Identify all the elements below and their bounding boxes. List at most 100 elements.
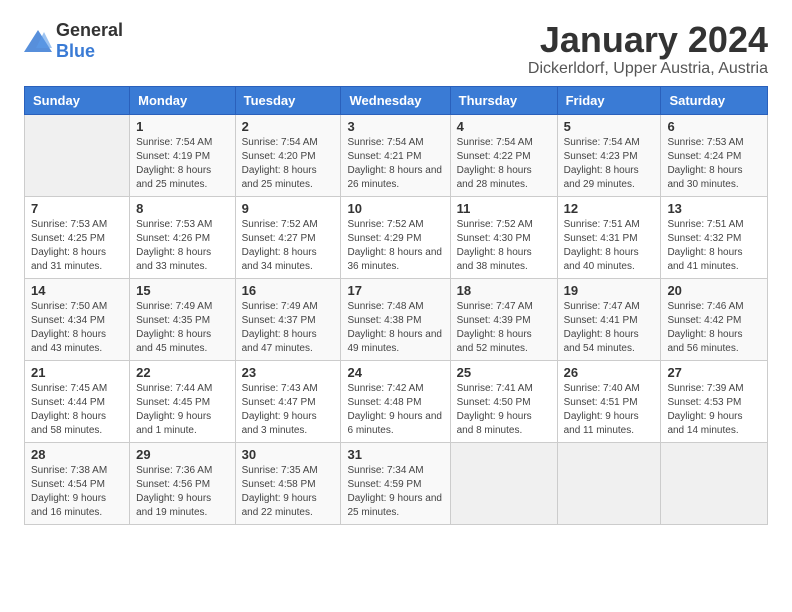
day-info: Sunrise: 7:47 AMSunset: 4:39 PMDaylight:… [457, 300, 551, 356]
day-number: 29 [136, 447, 228, 462]
day-number: 9 [242, 201, 335, 216]
day-number: 15 [136, 283, 228, 298]
logo-text: General Blue [56, 20, 123, 62]
calendar-cell: 10 Sunrise: 7:52 AMSunset: 4:29 PMDayligh… [341, 196, 450, 278]
calendar-week-row: 7 Sunrise: 7:53 AMSunset: 4:25 PMDaylight… [25, 196, 768, 278]
day-info: Sunrise: 7:52 AMSunset: 4:29 PMDaylight:… [347, 218, 443, 274]
calendar-cell: 20 Sunrise: 7:46 AMSunset: 4:42 PMDayligh… [661, 278, 768, 360]
calendar-cell: 21 Sunrise: 7:45 AMSunset: 4:44 PMDayligh… [25, 360, 130, 442]
day-number: 10 [347, 201, 443, 216]
day-number: 20 [667, 283, 761, 298]
calendar-cell: 31 Sunrise: 7:34 AMSunset: 4:59 PMDayligh… [341, 442, 450, 524]
calendar-cell [661, 442, 768, 524]
day-info: Sunrise: 7:53 AMSunset: 4:24 PMDaylight:… [667, 136, 761, 192]
day-number: 24 [347, 365, 443, 380]
calendar-cell [450, 442, 557, 524]
day-number: 12 [564, 201, 655, 216]
header-saturday: Saturday [661, 86, 768, 114]
day-info: Sunrise: 7:53 AMSunset: 4:26 PMDaylight:… [136, 218, 228, 274]
calendar-cell: 17Sunrise: 7:48 AMSunset: 4:38 PMDayligh… [341, 278, 450, 360]
day-number: 31 [347, 447, 443, 462]
day-info: Sunrise: 7:51 AMSunset: 4:31 PMDaylight:… [564, 218, 655, 274]
header-monday: Monday [130, 86, 235, 114]
page-header: General Blue January 2024 Dickerldorf, U… [24, 20, 768, 78]
calendar-cell: 26 Sunrise: 7:40 AMSunset: 4:51 PMDayligh… [557, 360, 661, 442]
calendar-cell: 8 Sunrise: 7:53 AMSunset: 4:26 PMDaylight… [130, 196, 235, 278]
calendar-cell: 3Sunrise: 7:54 AMSunset: 4:21 PMDaylight… [341, 114, 450, 196]
day-number: 16 [242, 283, 335, 298]
calendar-cell: 29 Sunrise: 7:36 AMSunset: 4:56 PMDayligh… [130, 442, 235, 524]
title-block: January 2024 Dickerldorf, Upper Austria,… [528, 20, 768, 78]
calendar-cell: 9Sunrise: 7:52 AMSunset: 4:27 PMDaylight… [235, 196, 341, 278]
day-number: 22 [136, 365, 228, 380]
calendar-cell: 6Sunrise: 7:53 AMSunset: 4:24 PMDaylight… [661, 114, 768, 196]
header-thursday: Thursday [450, 86, 557, 114]
day-info: Sunrise: 7:44 AMSunset: 4:45 PMDaylight:… [136, 382, 228, 438]
day-info: Sunrise: 7:41 AMSunset: 4:50 PMDaylight:… [457, 382, 551, 438]
header-friday: Friday [557, 86, 661, 114]
day-info: Sunrise: 7:54 AMSunset: 4:23 PMDaylight:… [564, 136, 655, 192]
day-info: Sunrise: 7:35 AMSunset: 4:58 PMDaylight:… [242, 464, 335, 520]
day-info: Sunrise: 7:49 AMSunset: 4:35 PMDaylight:… [136, 300, 228, 356]
day-number: 1 [136, 119, 228, 134]
day-info: Sunrise: 7:40 AMSunset: 4:51 PMDaylight:… [564, 382, 655, 438]
day-info: Sunrise: 7:45 AMSunset: 4:44 PMDaylight:… [31, 382, 123, 438]
day-number: 18 [457, 283, 551, 298]
calendar-header-row: SundayMondayTuesdayWednesdayThursdayFrid… [25, 86, 768, 114]
day-info: Sunrise: 7:43 AMSunset: 4:47 PMDaylight:… [242, 382, 335, 438]
day-info: Sunrise: 7:34 AMSunset: 4:59 PMDaylight:… [347, 464, 443, 520]
day-info: Sunrise: 7:54 AMSunset: 4:19 PMDaylight:… [136, 136, 228, 192]
calendar-week-row: 1 Sunrise: 7:54 AMSunset: 4:19 PMDaylight… [25, 114, 768, 196]
calendar-cell [557, 442, 661, 524]
calendar-week-row: 14 Sunrise: 7:50 AMSunset: 4:34 PMDayligh… [25, 278, 768, 360]
day-number: 25 [457, 365, 551, 380]
calendar-cell: 24 Sunrise: 7:42 AMSunset: 4:48 PMDayligh… [341, 360, 450, 442]
calendar-cell [25, 114, 130, 196]
calendar-table: SundayMondayTuesdayWednesdayThursdayFrid… [24, 86, 768, 525]
day-number: 14 [31, 283, 123, 298]
general-blue-logo-icon [24, 30, 52, 52]
day-number: 26 [564, 365, 655, 380]
calendar-week-row: 28Sunrise: 7:38 AMSunset: 4:54 PMDayligh… [25, 442, 768, 524]
calendar-cell: 12 Sunrise: 7:51 AMSunset: 4:31 PMDayligh… [557, 196, 661, 278]
day-number: 11 [457, 201, 551, 216]
calendar-cell: 19 Sunrise: 7:47 AMSunset: 4:41 PMDayligh… [557, 278, 661, 360]
day-number: 2 [242, 119, 335, 134]
day-info: Sunrise: 7:52 AMSunset: 4:30 PMDaylight:… [457, 218, 551, 274]
day-info: Sunrise: 7:36 AMSunset: 4:56 PMDaylight:… [136, 464, 228, 520]
calendar-cell: 11 Sunrise: 7:52 AMSunset: 4:30 PMDayligh… [450, 196, 557, 278]
day-number: 5 [564, 119, 655, 134]
day-info: Sunrise: 7:54 AMSunset: 4:21 PMDaylight:… [347, 136, 443, 192]
calendar-cell: 14 Sunrise: 7:50 AMSunset: 4:34 PMDayligh… [25, 278, 130, 360]
day-number: 13 [667, 201, 761, 216]
day-number: 7 [31, 201, 123, 216]
header-tuesday: Tuesday [235, 86, 341, 114]
calendar-cell: 1 Sunrise: 7:54 AMSunset: 4:19 PMDaylight… [130, 114, 235, 196]
logo-blue: Blue [56, 41, 95, 61]
location-title: Dickerldorf, Upper Austria, Austria [528, 60, 768, 78]
month-title: January 2024 [528, 20, 768, 60]
calendar-cell: 5 Sunrise: 7:54 AMSunset: 4:23 PMDaylight… [557, 114, 661, 196]
calendar-cell: 18 Sunrise: 7:47 AMSunset: 4:39 PMDayligh… [450, 278, 557, 360]
day-number: 8 [136, 201, 228, 216]
logo: General Blue [24, 20, 123, 62]
calendar-cell: 15 Sunrise: 7:49 AMSunset: 4:35 PMDayligh… [130, 278, 235, 360]
day-number: 28 [31, 447, 123, 462]
day-info: Sunrise: 7:46 AMSunset: 4:42 PMDaylight:… [667, 300, 761, 356]
day-info: Sunrise: 7:50 AMSunset: 4:34 PMDaylight:… [31, 300, 123, 356]
day-info: Sunrise: 7:42 AMSunset: 4:48 PMDaylight:… [347, 382, 443, 438]
day-info: Sunrise: 7:54 AMSunset: 4:20 PMDaylight:… [242, 136, 335, 192]
header-sunday: Sunday [25, 86, 130, 114]
day-info: Sunrise: 7:49 AMSunset: 4:37 PMDaylight:… [242, 300, 335, 356]
day-number: 21 [31, 365, 123, 380]
day-number: 19 [564, 283, 655, 298]
day-info: Sunrise: 7:48 AMSunset: 4:38 PMDaylight:… [347, 300, 443, 356]
calendar-cell: 4Sunrise: 7:54 AMSunset: 4:22 PMDaylight… [450, 114, 557, 196]
day-info: Sunrise: 7:51 AMSunset: 4:32 PMDaylight:… [667, 218, 761, 274]
calendar-cell: 25 Sunrise: 7:41 AMSunset: 4:50 PMDayligh… [450, 360, 557, 442]
day-info: Sunrise: 7:53 AMSunset: 4:25 PMDaylight:… [31, 218, 123, 274]
calendar-cell: 13 Sunrise: 7:51 AMSunset: 4:32 PMDayligh… [661, 196, 768, 278]
day-info: Sunrise: 7:39 AMSunset: 4:53 PMDaylight:… [667, 382, 761, 438]
day-info: Sunrise: 7:47 AMSunset: 4:41 PMDaylight:… [564, 300, 655, 356]
day-number: 30 [242, 447, 335, 462]
